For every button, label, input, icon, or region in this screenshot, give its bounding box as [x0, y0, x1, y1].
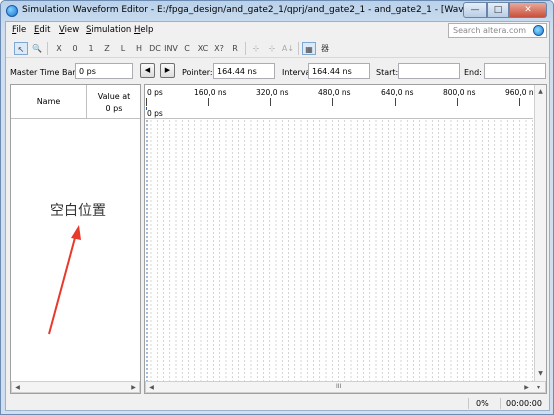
status-separator: [500, 398, 501, 409]
minimize-button[interactable]: —: [463, 2, 487, 18]
close-button[interactable]: ✕: [509, 2, 547, 18]
annotation-arrow-head: [71, 225, 81, 240]
annotation-arrow-shaft: [48, 233, 77, 335]
status-progress: 0%: [476, 399, 489, 408]
quartus-app-icon: [6, 5, 18, 17]
title-bar: Simulation Waveform Editor - E:/fpga_des…: [1, 1, 553, 21]
status-bar: 0% 00:00:00: [6, 396, 549, 411]
window-controls: — □ ✕: [463, 2, 547, 19]
status-separator: [468, 398, 469, 409]
window-title: Simulation Waveform Editor - E:/fpga_des…: [22, 5, 519, 15]
annotation-arrow: [48, 225, 81, 335]
maximize-button[interactable]: □: [487, 2, 509, 18]
status-elapsed-time: 00:00:00: [506, 399, 542, 408]
editor-client-area: File Edit View Simulation Help Search al…: [5, 21, 550, 411]
app-window: Simulation Waveform Editor - E:/fpga_des…: [0, 0, 554, 415]
